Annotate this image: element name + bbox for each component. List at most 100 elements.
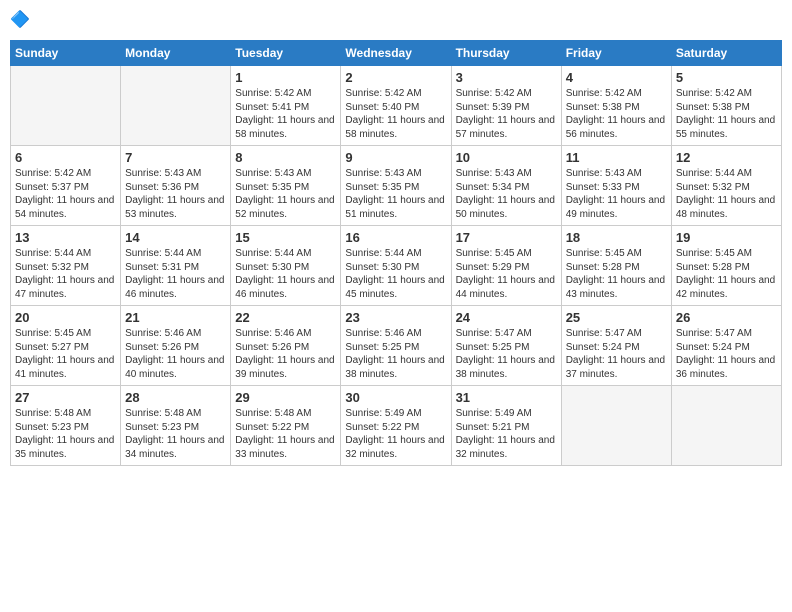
calendar-cell: 8 Sunrise: 5:43 AMSunset: 5:35 PMDaylight… — [231, 146, 341, 226]
day-number: 29 — [235, 390, 336, 405]
calendar-cell: 5Sunrise: 5:42 AMSunset: 5:38 PMDaylight… — [671, 66, 781, 146]
calendar-cell — [11, 66, 121, 146]
cell-content: Sunrise: 5:49 AMSunset: 5:21 PMDaylight:… — [456, 407, 557, 461]
day-number: 5 — [676, 70, 777, 85]
calendar-cell: 1 Sunrise: 5:42 AMSunset: 5:41 PMDaylight… — [231, 66, 341, 146]
cell-content: Sunrise: 5:43 AMSunset: 5:35 PMDaylight:… — [235, 167, 336, 221]
calendar-week-row: 6 Sunrise: 5:42 AMSunset: 5:37 PMDaylight… — [11, 146, 782, 226]
calendar-cell: 26 Sunrise: 5:47 AMSunset: 5:24 PMDayligh… — [671, 306, 781, 386]
calendar-cell: 22 Sunrise: 5:46 AMSunset: 5:26 PMDayligh… — [231, 306, 341, 386]
calendar-cell: 2 Sunrise: 5:42 AMSunset: 5:40 PMDaylight… — [341, 66, 451, 146]
calendar-cell: 15Sunrise: 5:44 AMSunset: 5:30 PMDayligh… — [231, 226, 341, 306]
page-header: 🔷 — [10, 10, 782, 32]
calendar-cell: 6 Sunrise: 5:42 AMSunset: 5:37 PMDaylight… — [11, 146, 121, 226]
cell-content: Sunrise: 5:44 AMSunset: 5:30 PMDaylight:… — [235, 247, 336, 301]
day-number: 16 — [345, 230, 446, 245]
day-number: 26 — [676, 310, 777, 325]
day-of-week-header: Wednesday — [341, 41, 451, 66]
cell-content: Sunrise: 5:48 AMSunset: 5:22 PMDaylight:… — [235, 407, 336, 461]
calendar-table: SundayMondayTuesdayWednesdayThursdayFrid… — [10, 40, 782, 466]
day-number: 31 — [456, 390, 557, 405]
cell-content: Sunrise: 5:48 AMSunset: 5:23 PMDaylight:… — [15, 407, 116, 461]
day-of-week-header: Saturday — [671, 41, 781, 66]
calendar-week-row: 13 Sunrise: 5:44 AMSunset: 5:32 PMDayligh… — [11, 226, 782, 306]
day-number: 2 — [345, 70, 446, 85]
cell-content: Sunrise: 5:49 AMSunset: 5:22 PMDaylight:… — [345, 407, 446, 461]
day-number: 8 — [235, 150, 336, 165]
calendar-cell: 20Sunrise: 5:45 AMSunset: 5:27 PMDayligh… — [11, 306, 121, 386]
cell-content: Sunrise: 5:42 AMSunset: 5:41 PMDaylight:… — [235, 87, 336, 141]
cell-content: Sunrise: 5:44 AMSunset: 5:32 PMDaylight:… — [676, 167, 777, 221]
cell-content: Sunrise: 5:45 AMSunset: 5:28 PMDaylight:… — [676, 247, 777, 301]
day-number: 19 — [676, 230, 777, 245]
cell-content: Sunrise: 5:45 AMSunset: 5:28 PMDaylight:… — [566, 247, 667, 301]
calendar-cell: 18 Sunrise: 5:45 AMSunset: 5:28 PMDayligh… — [561, 226, 671, 306]
day-number: 6 — [15, 150, 116, 165]
cell-content: Sunrise: 5:47 AMSunset: 5:24 PMDaylight:… — [566, 327, 667, 381]
calendar-cell: 4Sunrise: 5:42 AMSunset: 5:38 PMDaylight… — [561, 66, 671, 146]
day-number: 4 — [566, 70, 667, 85]
day-number: 11 — [566, 150, 667, 165]
calendar-cell — [121, 66, 231, 146]
logo-icon: 🔷 — [10, 10, 32, 32]
cell-content: Sunrise: 5:44 AMSunset: 5:31 PMDaylight:… — [125, 247, 226, 301]
day-number: 24 — [456, 310, 557, 325]
cell-content: Sunrise: 5:45 AMSunset: 5:29 PMDaylight:… — [456, 247, 557, 301]
cell-content: Sunrise: 5:46 AMSunset: 5:25 PMDaylight:… — [345, 327, 446, 381]
day-of-week-header: Friday — [561, 41, 671, 66]
cell-content: Sunrise: 5:43 AMSunset: 5:36 PMDaylight:… — [125, 167, 226, 221]
day-number: 30 — [345, 390, 446, 405]
cell-content: Sunrise: 5:44 AMSunset: 5:30 PMDaylight:… — [345, 247, 446, 301]
calendar-cell: 29 Sunrise: 5:48 AMSunset: 5:22 PMDayligh… — [231, 386, 341, 466]
cell-content: Sunrise: 5:43 AMSunset: 5:33 PMDaylight:… — [566, 167, 667, 221]
calendar-cell: 11 Sunrise: 5:43 AMSunset: 5:33 PMDayligh… — [561, 146, 671, 226]
calendar-cell: 10 Sunrise: 5:43 AMSunset: 5:34 PMDayligh… — [451, 146, 561, 226]
calendar-cell: 14 Sunrise: 5:44 AMSunset: 5:31 PMDayligh… — [121, 226, 231, 306]
day-number: 12 — [676, 150, 777, 165]
cell-content: Sunrise: 5:43 AMSunset: 5:34 PMDaylight:… — [456, 167, 557, 221]
calendar-cell: 7 Sunrise: 5:43 AMSunset: 5:36 PMDaylight… — [121, 146, 231, 226]
cell-content: Sunrise: 5:46 AMSunset: 5:26 PMDaylight:… — [125, 327, 226, 381]
day-number: 7 — [125, 150, 226, 165]
calendar-cell: 21 Sunrise: 5:46 AMSunset: 5:26 PMDayligh… — [121, 306, 231, 386]
calendar-cell: 16 Sunrise: 5:44 AMSunset: 5:30 PMDayligh… — [341, 226, 451, 306]
calendar-week-row: 27 Sunrise: 5:48 AMSunset: 5:23 PMDayligh… — [11, 386, 782, 466]
day-number: 22 — [235, 310, 336, 325]
cell-content: Sunrise: 5:46 AMSunset: 5:26 PMDaylight:… — [235, 327, 336, 381]
cell-content: Sunrise: 5:47 AMSunset: 5:25 PMDaylight:… — [456, 327, 557, 381]
calendar-cell: 19 Sunrise: 5:45 AMSunset: 5:28 PMDayligh… — [671, 226, 781, 306]
day-number: 27 — [15, 390, 116, 405]
svg-text:🔷: 🔷 — [10, 10, 30, 29]
cell-content: Sunrise: 5:45 AMSunset: 5:27 PMDaylight:… — [15, 327, 116, 381]
calendar-cell: 12 Sunrise: 5:44 AMSunset: 5:32 PMDayligh… — [671, 146, 781, 226]
day-number: 18 — [566, 230, 667, 245]
calendar-cell: 9Sunrise: 5:43 AMSunset: 5:35 PMDaylight… — [341, 146, 451, 226]
day-number: 28 — [125, 390, 226, 405]
day-number: 1 — [235, 70, 336, 85]
cell-content: Sunrise: 5:42 AMSunset: 5:37 PMDaylight:… — [15, 167, 116, 221]
calendar-cell: 31 Sunrise: 5:49 AMSunset: 5:21 PMDayligh… — [451, 386, 561, 466]
day-of-week-header: Monday — [121, 41, 231, 66]
cell-content: Sunrise: 5:48 AMSunset: 5:23 PMDaylight:… — [125, 407, 226, 461]
calendar-cell — [671, 386, 781, 466]
day-number: 17 — [456, 230, 557, 245]
cell-content: Sunrise: 5:43 AMSunset: 5:35 PMDaylight:… — [345, 167, 446, 221]
cell-content: Sunrise: 5:42 AMSunset: 5:40 PMDaylight:… — [345, 87, 446, 141]
logo: 🔷 — [10, 10, 36, 32]
calendar-cell: 30 Sunrise: 5:49 AMSunset: 5:22 PMDayligh… — [341, 386, 451, 466]
cell-content: Sunrise: 5:47 AMSunset: 5:24 PMDaylight:… — [676, 327, 777, 381]
cell-content: Sunrise: 5:44 AMSunset: 5:32 PMDaylight:… — [15, 247, 116, 301]
day-number: 23 — [345, 310, 446, 325]
calendar-cell — [561, 386, 671, 466]
day-number: 13 — [15, 230, 116, 245]
day-number: 3 — [456, 70, 557, 85]
day-number: 10 — [456, 150, 557, 165]
calendar-header-row: SundayMondayTuesdayWednesdayThursdayFrid… — [11, 41, 782, 66]
calendar-cell: 28 Sunrise: 5:48 AMSunset: 5:23 PMDayligh… — [121, 386, 231, 466]
calendar-cell: 23 Sunrise: 5:46 AMSunset: 5:25 PMDayligh… — [341, 306, 451, 386]
day-of-week-header: Sunday — [11, 41, 121, 66]
day-number: 21 — [125, 310, 226, 325]
calendar-cell: 27 Sunrise: 5:48 AMSunset: 5:23 PMDayligh… — [11, 386, 121, 466]
day-of-week-header: Thursday — [451, 41, 561, 66]
day-number: 14 — [125, 230, 226, 245]
